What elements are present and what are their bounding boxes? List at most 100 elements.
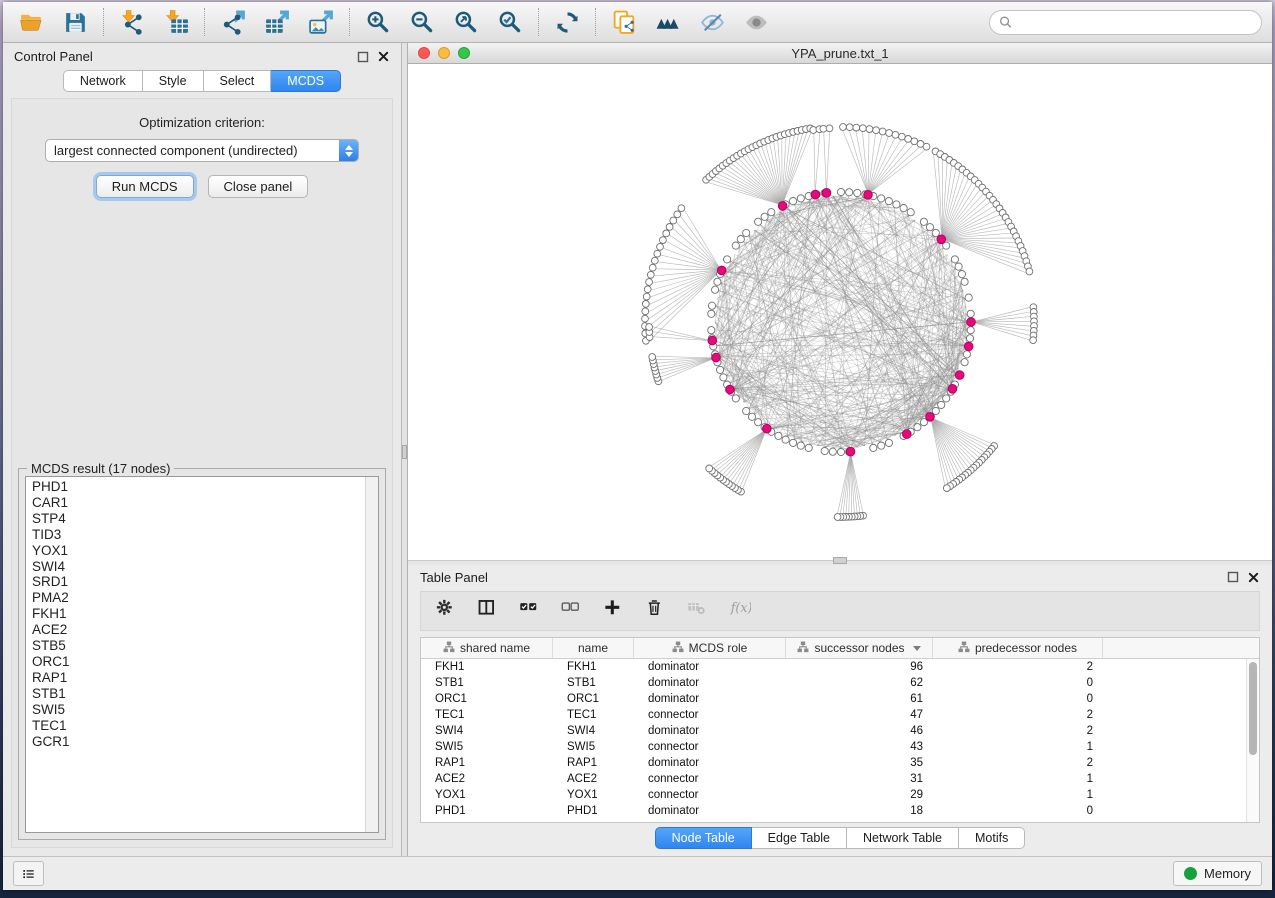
table-row[interactable]: SWI5SWI5connector431	[421, 739, 1259, 755]
table-row[interactable]: SWI4SWI4dominator462	[421, 723, 1259, 739]
close-window-icon[interactable]	[418, 47, 430, 59]
export-network-button[interactable]	[215, 6, 251, 38]
close-table-panel-icon[interactable]	[1247, 571, 1260, 584]
mcds-list-scrollbar[interactable]	[365, 477, 378, 832]
search-field[interactable]	[989, 10, 1262, 35]
tab-network[interactable]: Network	[63, 70, 143, 92]
mcds-result-item[interactable]: STB5	[32, 638, 378, 654]
maximize-window-icon[interactable]	[458, 47, 470, 59]
mcds-result-item[interactable]: CAR1	[32, 495, 378, 511]
table-scrollbar[interactable]	[1246, 659, 1259, 822]
mcds-result-item[interactable]: SRD1	[32, 574, 378, 590]
optimization-criterion-select[interactable]: largest connected component (undirected)	[45, 139, 359, 162]
tab-style[interactable]: Style	[143, 70, 204, 92]
vertical-splitter[interactable]	[401, 43, 408, 856]
table-row[interactable]: PHD1PHD1dominator180	[421, 803, 1259, 819]
table-cell: 61	[786, 693, 933, 705]
columns-button[interactable]	[471, 595, 505, 627]
mcds-result-item[interactable]: ORC1	[32, 654, 378, 670]
task-history-button[interactable]	[13, 861, 44, 886]
add-button[interactable]	[597, 595, 631, 627]
duplicate-network-button[interactable]	[606, 6, 642, 38]
column-header-predecessor-nodes[interactable]: predecessor nodes	[933, 638, 1103, 658]
import-table-button[interactable]	[158, 6, 194, 38]
table-row[interactable]: ORC1ORC1dominator610	[421, 691, 1259, 707]
hide-selected-button[interactable]	[694, 6, 730, 38]
first-neighbors-button[interactable]	[650, 6, 686, 38]
float-table-panel-icon[interactable]	[1226, 571, 1239, 584]
table-scrollbar-thumb[interactable]	[1249, 662, 1257, 755]
export-image-button[interactable]	[303, 6, 339, 38]
close-panel-icon[interactable]	[377, 50, 390, 63]
mcds-result-item[interactable]: FKH1	[32, 606, 378, 622]
table-cell: dominator	[634, 693, 786, 705]
mcds-result-item[interactable]: RAP1	[32, 670, 378, 686]
mcds-result-item[interactable]: SWI5	[32, 702, 378, 718]
zoom-fit-button[interactable]	[448, 6, 484, 38]
shared-column-icon	[958, 641, 970, 656]
save-button[interactable]	[57, 6, 93, 38]
tab-node-table[interactable]: Node Table	[655, 827, 752, 849]
open-button[interactable]	[13, 6, 49, 38]
mcds-result-item[interactable]: SWI4	[32, 559, 378, 575]
delete-table-icon	[687, 598, 709, 625]
import-network-button[interactable]	[114, 6, 150, 38]
table-row[interactable]: YOX1YOX1connector291	[421, 787, 1259, 803]
table-row[interactable]: FKH1FKH1dominator962	[421, 659, 1259, 675]
mcds-result-item[interactable]: TEC1	[32, 718, 378, 734]
network-graph[interactable]	[408, 64, 1272, 560]
mcds-result-item[interactable]: STB1	[32, 686, 378, 702]
run-mcds-button[interactable]: Run MCDS	[96, 175, 194, 198]
column-header-name[interactable]: name	[553, 638, 634, 658]
table-row[interactable]: ACE2ACE2connector311	[421, 771, 1259, 787]
table-cell: YOX1	[553, 789, 634, 801]
tab-motifs[interactable]: Motifs	[959, 827, 1025, 849]
toolbar-separator	[538, 8, 539, 36]
delete-button[interactable]	[639, 595, 673, 627]
mcds-result-item[interactable]: GCR1	[32, 734, 378, 750]
search-input[interactable]	[1017, 15, 1252, 29]
network-canvas[interactable]	[408, 64, 1272, 560]
network-window-titlebar[interactable]: YPA_prune.txt_1	[408, 43, 1272, 64]
tab-network-table[interactable]: Network Table	[847, 827, 959, 849]
settings-button[interactable]	[429, 595, 463, 627]
h-splitter-grip[interactable]	[833, 557, 847, 564]
toolbar-separator	[349, 8, 350, 36]
refresh-layout-button[interactable]	[549, 6, 585, 38]
table-cell: ORC1	[553, 693, 634, 705]
table-cell: 47	[786, 709, 933, 721]
function-button: f(x)	[723, 595, 757, 627]
mcds-result-item[interactable]: TID3	[32, 527, 378, 543]
mcds-result-item[interactable]: STP4	[32, 511, 378, 527]
column-header-MCDS-role[interactable]: MCDS role	[634, 638, 786, 658]
horizontal-splitter[interactable]	[408, 560, 1272, 565]
table-row[interactable]: TEC1TEC1connector472	[421, 707, 1259, 723]
mcds-result-item[interactable]: YOX1	[32, 543, 378, 559]
column-header-shared-name[interactable]: shared name	[421, 638, 553, 658]
splitter-grip[interactable]	[402, 445, 407, 459]
table-row[interactable]: STB1STB1dominator620	[421, 675, 1259, 691]
memory-button[interactable]: Memory	[1173, 861, 1262, 886]
close-panel-button[interactable]: Close panel	[208, 175, 309, 198]
minimize-window-icon[interactable]	[438, 47, 450, 59]
tab-mcds[interactable]: MCDS	[271, 70, 341, 92]
deselect-all-button[interactable]	[555, 595, 589, 627]
select-all-button[interactable]	[513, 595, 547, 627]
mcds-result-item[interactable]: ACE2	[32, 622, 378, 638]
export-table-button[interactable]	[259, 6, 295, 38]
tab-edge-table[interactable]: Edge Table	[752, 827, 847, 849]
memory-label: Memory	[1204, 866, 1251, 881]
table-cell: TEC1	[553, 709, 634, 721]
mcds-result-item[interactable]: PHD1	[32, 479, 378, 495]
zoom-selected-button[interactable]	[492, 6, 528, 38]
mcds-result-item[interactable]: PMA2	[32, 590, 378, 606]
column-header-successor-nodes[interactable]: successor nodes	[786, 638, 933, 658]
zoom-in-button[interactable]	[360, 6, 396, 38]
show-all-button[interactable]	[738, 6, 774, 38]
table-row[interactable]: RAP1RAP1dominator352	[421, 755, 1259, 771]
network-view-window: YPA_prune.txt_1	[408, 43, 1272, 560]
mcds-result-list[interactable]: PHD1CAR1STP4TID3YOX1SWI4SRD1PMA2FKH1ACE2…	[25, 476, 379, 833]
zoom-out-button[interactable]	[404, 6, 440, 38]
tab-select[interactable]: Select	[204, 70, 272, 92]
float-panel-icon[interactable]	[356, 50, 369, 63]
